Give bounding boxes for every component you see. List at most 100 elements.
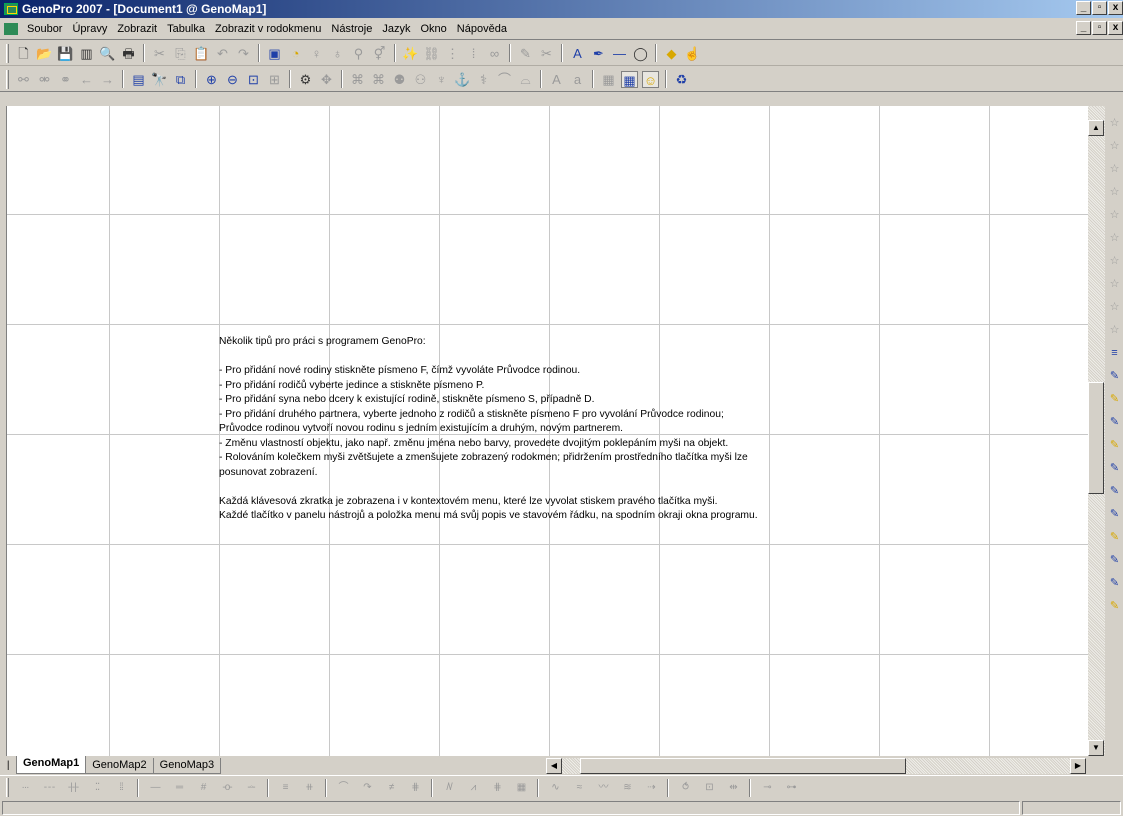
line-wave-small-icon[interactable]: 〰 [592, 779, 614, 797]
vertical-scroll-thumb[interactable] [1088, 382, 1104, 494]
menu-napoveda[interactable]: Nápověda [452, 19, 512, 39]
toolbar-grip[interactable] [6, 43, 9, 63]
relationship-icon[interactable]: ∞ [486, 45, 503, 62]
merge-icon[interactable]: ⚭ [57, 71, 74, 88]
line-box-hash-icon[interactable]: ⋕ [404, 779, 426, 797]
menu-zobrazit[interactable]: Zobrazit [112, 19, 162, 39]
line-wave-icon[interactable]: ∿ [544, 779, 566, 797]
line-circle-double-icon[interactable]: -◦- [240, 779, 262, 797]
add-partner-icon[interactable]: ⚥ [371, 45, 388, 62]
zoom-out-icon[interactable]: ⊖ [224, 71, 241, 88]
hand-icon[interactable]: ☝ [684, 45, 701, 62]
print-preview-icon[interactable]: 🔍 [99, 45, 116, 62]
line-ring-double-icon[interactable]: ⊶ [780, 779, 802, 797]
print-icon[interactable]: 🖶 [120, 45, 137, 62]
cut-icon[interactable]: ✂ [151, 45, 168, 62]
palette-wand-8-icon[interactable]: ✎ [1108, 526, 1122, 549]
grid-show-icon[interactable]: ▦ [621, 70, 638, 88]
palette-wand-6-icon[interactable]: ✎ [1108, 480, 1122, 503]
zoom-selection-icon[interactable]: ⊞ [266, 71, 283, 88]
layout-tree-2-icon[interactable]: ⌘ [370, 71, 387, 88]
line-double-icon[interactable]: ═ [168, 779, 190, 797]
family-wizard-icon[interactable]: ◔ [287, 45, 304, 62]
line-wave-equal-icon[interactable]: ≋ [616, 779, 638, 797]
palette-star-1-icon[interactable]: ☆ [1108, 112, 1122, 135]
toolbar-grip[interactable] [6, 778, 9, 797]
line-arc-arrow-icon[interactable]: ↷ [356, 779, 378, 797]
line-dashed-icon[interactable]: - - - [38, 779, 60, 797]
genomap-canvas[interactable]: Několik tipů pro práci s programem GenoP… [6, 106, 1088, 756]
palette-wand-10-icon[interactable]: ✎ [1108, 572, 1122, 595]
refresh-icon[interactable]: ♻ [673, 71, 690, 88]
line-cross-hash-icon[interactable]: ⋕ [486, 779, 508, 797]
properties-icon[interactable]: ▥ [78, 45, 95, 62]
descendants-icon[interactable]: ⁞ [465, 45, 482, 62]
horizontal-scrollbar[interactable]: ◀ ▶ [546, 758, 1086, 774]
close-button[interactable]: x [1108, 1, 1123, 15]
palette-star-7-icon[interactable]: ☆ [1108, 250, 1122, 273]
back-icon[interactable]: ← [78, 71, 95, 88]
ellipse-icon[interactable]: ◯ [632, 45, 649, 62]
marker-icon[interactable]: ✒ [590, 45, 607, 62]
menu-zobrazit-v-rodokmenu[interactable]: Zobrazit v rodokmenu [210, 19, 326, 39]
scroll-left-button[interactable]: ◀ [546, 758, 562, 774]
toolbar-grip[interactable] [6, 69, 9, 89]
find-icon[interactable]: 🔭 [151, 71, 168, 88]
find-replace-icon[interactable]: ⧉ [172, 71, 189, 88]
line-zigzag-hash-icon[interactable]: ⩘ [462, 779, 484, 797]
rotate-icon[interactable]: ⚙ [297, 71, 314, 88]
tab-genomap2[interactable]: GenoMap2 [85, 758, 154, 774]
link-icon[interactable]: ⛓ [423, 45, 440, 62]
zoom-in-icon[interactable]: ⊕ [203, 71, 220, 88]
scissors-link-icon[interactable]: ✂ [538, 45, 555, 62]
line-wave-double-icon[interactable]: ≈ [568, 779, 590, 797]
move-icon[interactable]: ✥ [318, 71, 335, 88]
doc-restore-button[interactable]: ▫ [1092, 21, 1107, 35]
new-document-icon[interactable]: 🗋 [15, 45, 32, 62]
pedigree-icon[interactable]: ⋮ [444, 45, 461, 62]
zoom-fit-icon[interactable]: ⊡ [245, 71, 262, 88]
tab-genomap3[interactable]: GenoMap3 [152, 758, 222, 774]
palette-wand-1-icon[interactable]: ✎ [1108, 365, 1122, 388]
menu-tabulka[interactable]: Tabulka [162, 19, 210, 39]
tab-genomap1[interactable]: GenoMap1 [16, 756, 87, 774]
menu-upravy[interactable]: Úpravy [67, 19, 112, 39]
minimize-button[interactable]: _ [1076, 1, 1091, 15]
line-arc-icon[interactable]: ⌒ [332, 779, 354, 797]
line-double-dotted-icon[interactable]: ⁚⁚ [86, 779, 108, 797]
line-loop-arrow-icon[interactable]: ⇹ [722, 779, 744, 797]
palette-highlight-icon[interactable]: ✎ [1108, 595, 1122, 618]
menu-jazyk[interactable]: Jazyk [377, 19, 415, 39]
doc-close-button[interactable]: x [1108, 21, 1123, 35]
palette-wand-4-icon[interactable]: ✎ [1108, 434, 1122, 457]
vertical-scrollbar[interactable]: ▲ ▼ [1088, 106, 1105, 756]
menu-nastroje[interactable]: Nástroje [326, 19, 377, 39]
palette-star-10-icon[interactable]: ☆ [1108, 319, 1122, 342]
emoticon-icon[interactable]: ☺ [642, 70, 659, 88]
grid-hidden-icon[interactable]: ▦ [600, 71, 617, 88]
line-ticked-icon[interactable]: -|-|- [62, 779, 84, 797]
palette-wand-7-icon[interactable]: ✎ [1108, 503, 1122, 526]
scroll-down-button[interactable]: ▼ [1088, 740, 1104, 756]
palette-star-2-icon[interactable]: ☆ [1108, 135, 1122, 158]
line-ring-icon[interactable]: ⊸ [756, 779, 778, 797]
magic-wand-icon[interactable]: ✨ [402, 45, 419, 62]
scroll-right-button[interactable]: ▶ [1070, 758, 1086, 774]
scroll-up-button[interactable]: ▲ [1088, 120, 1104, 136]
layout-tree-4-icon[interactable]: ⚇ [412, 71, 429, 88]
line-dotted-icon[interactable]: ··· [14, 779, 36, 797]
open-folder-icon[interactable]: 📂 [36, 45, 53, 62]
line-loop-icon[interactable]: ⥀ [674, 779, 696, 797]
undo-icon[interactable]: ↶ [214, 45, 231, 62]
link-left-icon[interactable]: ⚯ [15, 71, 32, 88]
table-icon[interactable]: ▤ [130, 71, 147, 88]
palette-wand-2-icon[interactable]: ✎ [1108, 388, 1122, 411]
line-circle-icon[interactable]: -o- [216, 779, 238, 797]
restore-button[interactable]: ▫ [1092, 1, 1107, 15]
menu-okno[interactable]: Okno [415, 19, 451, 39]
font-smaller-icon[interactable]: a [569, 71, 586, 88]
line-hash-icon[interactable]: # [192, 779, 214, 797]
line-grid-icon[interactable]: ▦ [510, 779, 532, 797]
line-triple-hash-icon[interactable]: ⧺ [298, 779, 320, 797]
line-loop-box-icon[interactable]: ⊡ [698, 779, 720, 797]
